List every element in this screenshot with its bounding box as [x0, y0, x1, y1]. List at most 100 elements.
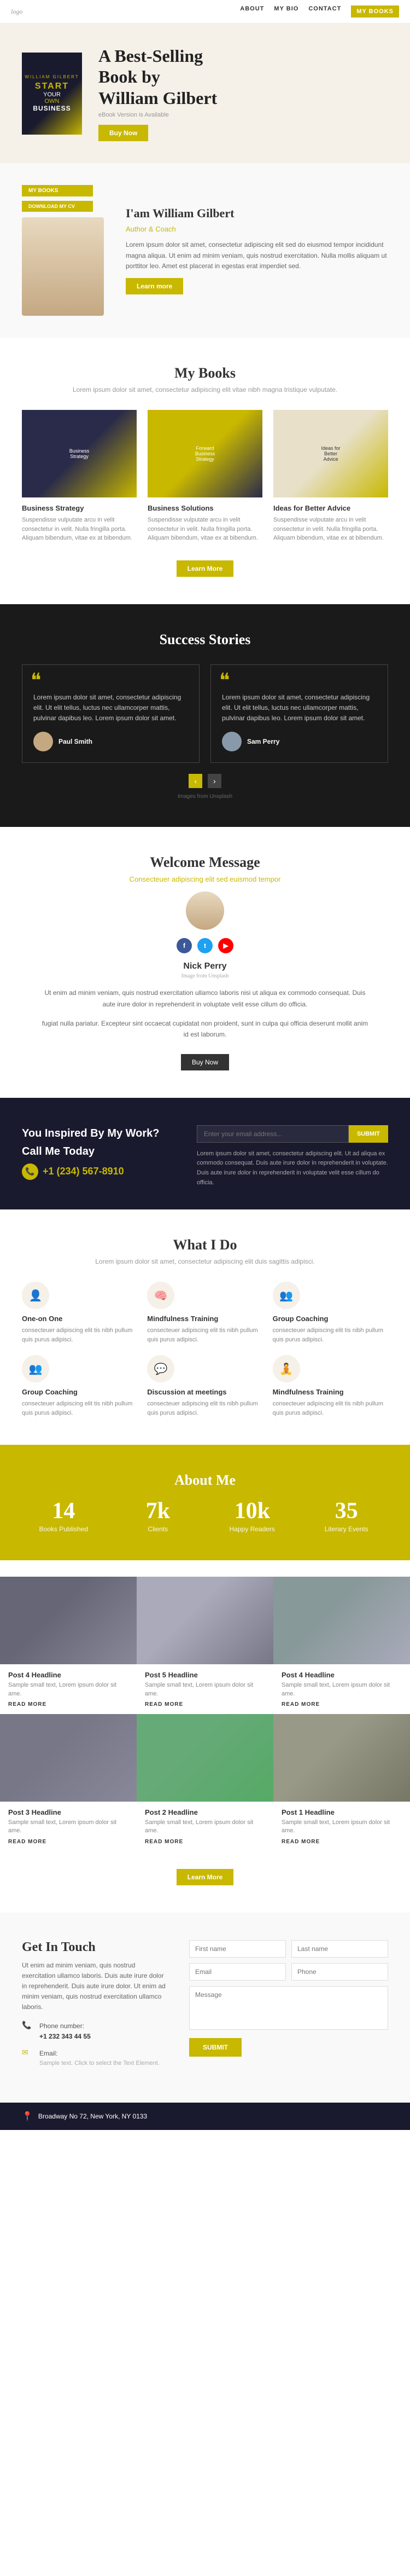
what-card-5: 💬 Discussion at meetings consecteuer adi…: [147, 1355, 261, 1417]
contact-note: Sample text. Click to select the Text El…: [39, 2059, 160, 2069]
youtube-icon[interactable]: ▶: [218, 938, 233, 953]
portfolio-headline-1: Post 4 Headline: [8, 1671, 128, 1679]
book-card-2: ForwardBusinessStrategy Business Solutio…: [148, 410, 262, 543]
contact-email-detail: ✉ Email: Sample text. Click to select th…: [22, 2048, 167, 2069]
email-form: SUBMIT: [197, 1125, 388, 1143]
what-desc-2: consecteuer adipiscing elit tis nibh pul…: [147, 1326, 261, 1344]
books-title: My Books: [22, 365, 388, 381]
contact-submit-button[interactable]: SUBMIT: [189, 2038, 242, 2057]
portfolio-learn-more-button[interactable]: Learn More: [177, 1869, 234, 1885]
contact-phone-detail: 📞 Phone number: +1 232 343 44 55: [22, 2021, 167, 2042]
nav-contact[interactable]: CONTACT: [308, 5, 341, 18]
portfolio-headline-3: Post 4 Headline: [282, 1671, 402, 1679]
portfolio-img-3: [273, 1577, 410, 1664]
contact-section: Get In Touch Ut enim ad minim veniam, qu…: [0, 1913, 410, 2103]
what-subtitle: Lorem ipsum dolor sit amet, consectetur …: [22, 1258, 388, 1265]
quotes-next-button[interactable]: ›: [208, 774, 221, 788]
portfolio-item-3: Post 4 Headline Sample small text, Lorem…: [273, 1577, 410, 1714]
twitter-icon[interactable]: t: [197, 938, 213, 953]
quotes-prev-button[interactable]: ‹: [189, 774, 202, 788]
portfolio-headline-6: Post 1 Headline: [282, 1808, 402, 1816]
book-card-1: BusinessStrategy Business Strategy Suspe…: [22, 410, 137, 543]
cta-right: SUBMIT Lorem ipsum dolor sit amet, conse…: [197, 1120, 388, 1188]
read-more-2[interactable]: READ MORE: [145, 1701, 265, 1707]
email-label: Email:: [39, 2048, 160, 2059]
quote-card-1: ❝ Lorem ipsum dolor sit amet, consectetu…: [22, 664, 200, 763]
contact-phone-input[interactable]: [291, 1963, 388, 1981]
read-more-4[interactable]: READ MORE: [8, 1839, 128, 1845]
social-icons: f t ▶: [22, 938, 388, 953]
quotes-grid: ❝ Lorem ipsum dolor sit amet, consectetu…: [22, 664, 388, 763]
portfolio-img-6: [273, 1714, 410, 1802]
books-learn-more-button[interactable]: Learn More: [177, 560, 234, 577]
portfolio-btn-wrap: Learn More: [0, 1851, 410, 1896]
form-contact-row: [189, 1963, 388, 1981]
stat-events: 35 Literary Events: [305, 1500, 389, 1533]
my-books-badge[interactable]: MY BOOKS: [22, 185, 93, 196]
nav-books[interactable]: MY BOOKS: [351, 5, 399, 18]
welcome-avatar: [186, 892, 224, 930]
stat-readers-num: 10k: [210, 1500, 294, 1523]
what-icon-6: 🧘: [273, 1355, 300, 1382]
read-more-5[interactable]: READ MORE: [145, 1839, 265, 1845]
read-more-1[interactable]: READ MORE: [8, 1701, 128, 1707]
portfolio-item-1: Post 4 Headline Sample small text, Lorem…: [0, 1577, 137, 1714]
map-address: Broadway No 72, New York, NY 0133: [38, 2112, 147, 2120]
portfolio-desc-2: Sample small text, Lorem ipsum dolor sit…: [145, 1681, 265, 1698]
welcome-text-2: fugiat nulla pariatur. Excepteur sint oc…: [41, 1018, 369, 1040]
portfolio-desc-6: Sample small text, Lorem ipsum dolor sit…: [282, 1819, 402, 1836]
portfolio-info-6: Post 1 Headline Sample small text, Lorem…: [273, 1802, 410, 1851]
portfolio-desc-5: Sample small text, Lorem ipsum dolor sit…: [145, 1819, 265, 1836]
stats-grid: 14 Books Published 7k Clients 10k Happy …: [22, 1500, 388, 1533]
portfolio-info-2: Post 5 Headline Sample small text, Lorem…: [137, 1664, 273, 1714]
stat-readers-label: Happy Readers: [210, 1525, 294, 1533]
portfolio-bottom-row: Post 3 Headline Sample small text, Lorem…: [0, 1714, 410, 1851]
phone-label: Phone number:: [39, 2021, 91, 2031]
what-desc-6: consecteuer adipiscing elit tis nibh pul…: [273, 1399, 387, 1417]
success-title: Success Stories: [22, 632, 388, 648]
book-author-label: WILLIAM GILBERT: [25, 74, 79, 79]
book-cover-3-img: Ideas forBetterAdvice: [273, 410, 388, 497]
first-name-input[interactable]: [189, 1940, 286, 1958]
success-img-credit: Images from Unsplash: [22, 794, 388, 800]
contact-title: Get In Touch: [22, 1940, 167, 1955]
facebook-icon[interactable]: f: [177, 938, 192, 953]
nav-about[interactable]: ABOUT: [240, 5, 264, 18]
learn-more-button[interactable]: Learn more: [126, 278, 183, 294]
quote-text-2: Lorem ipsum dolor sit amet, consectetur …: [222, 687, 377, 724]
what-desc-4: consecteuer adipiscing elit tis nibh pul…: [22, 1399, 136, 1417]
author-badges-stack: MY BOOKS DOWNLOAD MY CV: [22, 185, 104, 212]
cta-section: You Inspired By My Work? Call Me Today 📞…: [0, 1098, 410, 1209]
what-i-do-section: What I Do Lorem ipsum dolor sit amet, co…: [0, 1209, 410, 1445]
email-submit-button[interactable]: SUBMIT: [349, 1125, 388, 1143]
portfolio-img-1: [0, 1577, 137, 1664]
email-input[interactable]: [197, 1125, 349, 1143]
portfolio-item-6: Post 1 Headline Sample small text, Lorem…: [273, 1714, 410, 1851]
buy-now-button[interactable]: Buy Now: [98, 125, 148, 141]
portfolio-img-4: [0, 1714, 137, 1802]
read-more-6[interactable]: READ MORE: [282, 1839, 402, 1845]
form-name-row: [189, 1940, 388, 1958]
nav-bio[interactable]: MY BIO: [274, 5, 298, 18]
stat-clients: 7k Clients: [116, 1500, 200, 1533]
book-3-title: Ideas for Better Advice: [273, 504, 388, 512]
hero-text: A Best-Selling Book by William Gilbert e…: [98, 45, 217, 141]
phone-number: +1 (234) 567-8910: [43, 1166, 124, 1177]
quote-text-1: Lorem ipsum dolor sit amet, consectetur …: [33, 687, 188, 724]
last-name-input[interactable]: [291, 1940, 388, 1958]
read-more-3[interactable]: READ MORE: [282, 1701, 402, 1707]
portfolio-desc-4: Sample small text, Lorem ipsum dolor sit…: [8, 1819, 128, 1836]
portfolio-img-2: [137, 1577, 273, 1664]
cta-left: You Inspired By My Work? Call Me Today 📞…: [22, 1127, 160, 1180]
contact-email-input[interactable]: [189, 1963, 286, 1981]
welcome-buy-button[interactable]: Buy Now: [181, 1054, 229, 1070]
contact-left: Get In Touch Ut enim ad minim veniam, qu…: [22, 1940, 167, 2075]
book-word-business: BUSINESS: [33, 105, 71, 112]
download-cv-badge[interactable]: DOWNLOAD MY CV: [22, 201, 93, 212]
contact-message-input[interactable]: [189, 1986, 388, 2030]
what-icon-2: 🧠: [147, 1282, 174, 1309]
quotes-nav: ‹ ›: [22, 774, 388, 788]
book-2-title: Business Solutions: [148, 504, 262, 512]
cta-phone: 📞 +1 (234) 567-8910: [22, 1163, 160, 1180]
portfolio-item-2: Post 5 Headline Sample small text, Lorem…: [137, 1577, 273, 1714]
